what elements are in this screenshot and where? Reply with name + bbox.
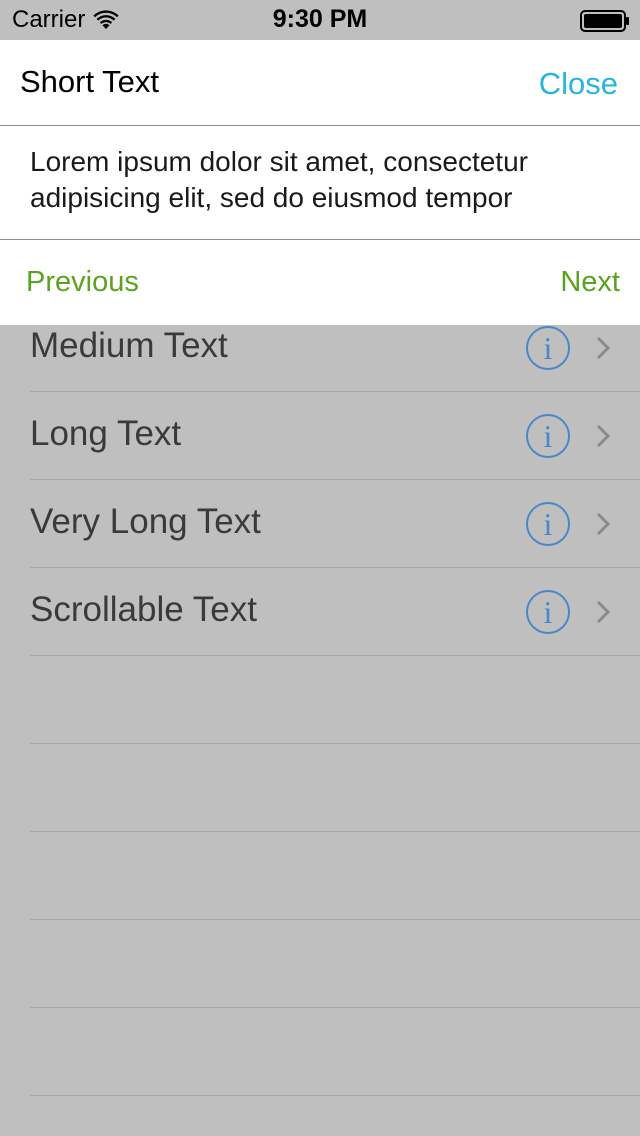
info-icon[interactable]: i <box>526 590 570 634</box>
battery-icon <box>580 10 630 37</box>
chevron-right-icon <box>596 424 610 448</box>
close-button[interactable]: Close <box>539 66 618 102</box>
empty-table-row <box>30 832 640 920</box>
sheet-title: Short Text <box>20 64 160 99</box>
row-label: Medium Text <box>30 326 228 365</box>
status-time: 9:30 PM <box>272 5 368 33</box>
row-label: Scrollable Text <box>30 590 257 629</box>
info-icon[interactable]: i <box>526 326 570 370</box>
divider <box>0 239 640 240</box>
empty-table-row <box>30 920 640 1008</box>
empty-table-row <box>30 656 640 744</box>
table-row[interactable]: Long Text i <box>30 392 640 480</box>
info-icon[interactable]: i <box>526 502 570 546</box>
row-label: Very Long Text <box>30 502 261 541</box>
status-bar: Carrier 9:30 PM <box>0 0 640 40</box>
chevron-right-icon <box>596 512 610 536</box>
chevron-right-icon <box>596 336 610 360</box>
table-row[interactable]: Scrollable Text i <box>30 568 640 656</box>
table-row[interactable]: Very Long Text i <box>30 480 640 568</box>
detail-sheet: Short Text Close Lorem ipsum dolor sit a… <box>0 40 640 325</box>
previous-button[interactable]: Previous <box>26 266 139 299</box>
sheet-body-text: Lorem ipsum dolor sit amet, consectetur … <box>30 146 528 213</box>
next-button[interactable]: Next <box>560 266 620 299</box>
table-list: Medium Text i Long Text i Very Long Text… <box>0 304 640 1096</box>
empty-table-row <box>30 744 640 832</box>
info-icon[interactable]: i <box>526 414 570 458</box>
sheet-header: Short Text Close <box>0 40 640 126</box>
row-label: Long Text <box>30 414 182 453</box>
empty-table-row <box>30 1008 640 1096</box>
chevron-right-icon <box>596 600 610 624</box>
